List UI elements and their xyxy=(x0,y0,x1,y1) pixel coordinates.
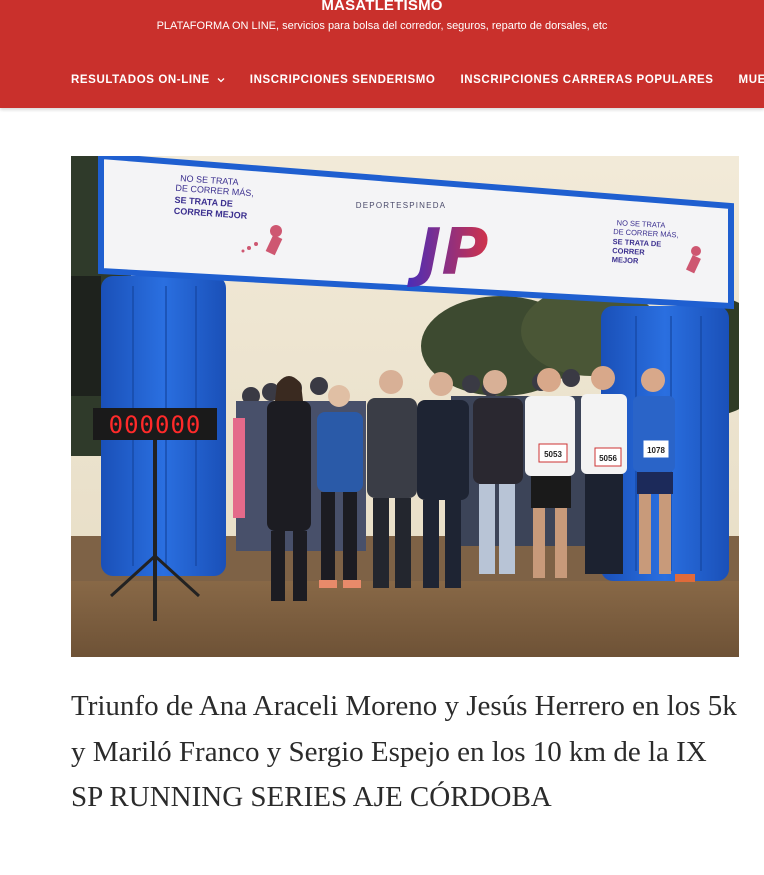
site-header: MASATLETISMO PLATAFORMA ON LINE, servici… xyxy=(0,0,764,108)
arch-brand-text: DEPORTESPINEDA xyxy=(356,201,446,210)
nav-item-muestras[interactable]: MUEST xyxy=(739,72,764,88)
arch-logo: JP xyxy=(407,216,489,290)
nav-item-label: INSCRIPCIONES CARRERAS POPULARES xyxy=(460,74,714,86)
post-title[interactable]: Triunfo de Ana Araceli Moreno y Jesús He… xyxy=(71,684,739,821)
race-clock: 000000 xyxy=(109,411,202,439)
nav-item-inscripciones-carreras-populares[interactable]: INSCRIPCIONES CARRERAS POPULARES xyxy=(460,72,713,88)
chevron-down-icon xyxy=(217,78,225,83)
nav-item-label: MUEST xyxy=(738,74,764,86)
runner-bib: 5053 xyxy=(544,450,562,459)
arch-slogan-line: MEJOR xyxy=(612,255,640,265)
main-nav: RESULTADOS ON-LINE INSCRIPCIONES SENDERI… xyxy=(71,72,764,88)
runner-bib: 1078 xyxy=(647,446,665,455)
site-tagline: PLATAFORMA ON LINE, servicios para bolsa… xyxy=(156,20,608,32)
site-title[interactable]: MASATLETISMO xyxy=(0,0,764,14)
nav-item-inscripciones-senderismo[interactable]: INSCRIPCIONES SENDERISMO xyxy=(250,72,436,88)
nav-item-label: RESULTADOS ON-LINE xyxy=(71,74,210,86)
nav-item-label: INSCRIPCIONES SENDERISMO xyxy=(249,74,436,86)
featured-image[interactable]: NO SE TRATA DE CORRER MÁS, SE TRATA DE C… xyxy=(71,156,739,657)
race-start-photo: NO SE TRATA DE CORRER MÁS, SE TRATA DE C… xyxy=(71,156,739,657)
nav-item-resultados-online[interactable]: RESULTADOS ON-LINE xyxy=(71,72,225,88)
runner-bib: 5056 xyxy=(599,454,617,463)
